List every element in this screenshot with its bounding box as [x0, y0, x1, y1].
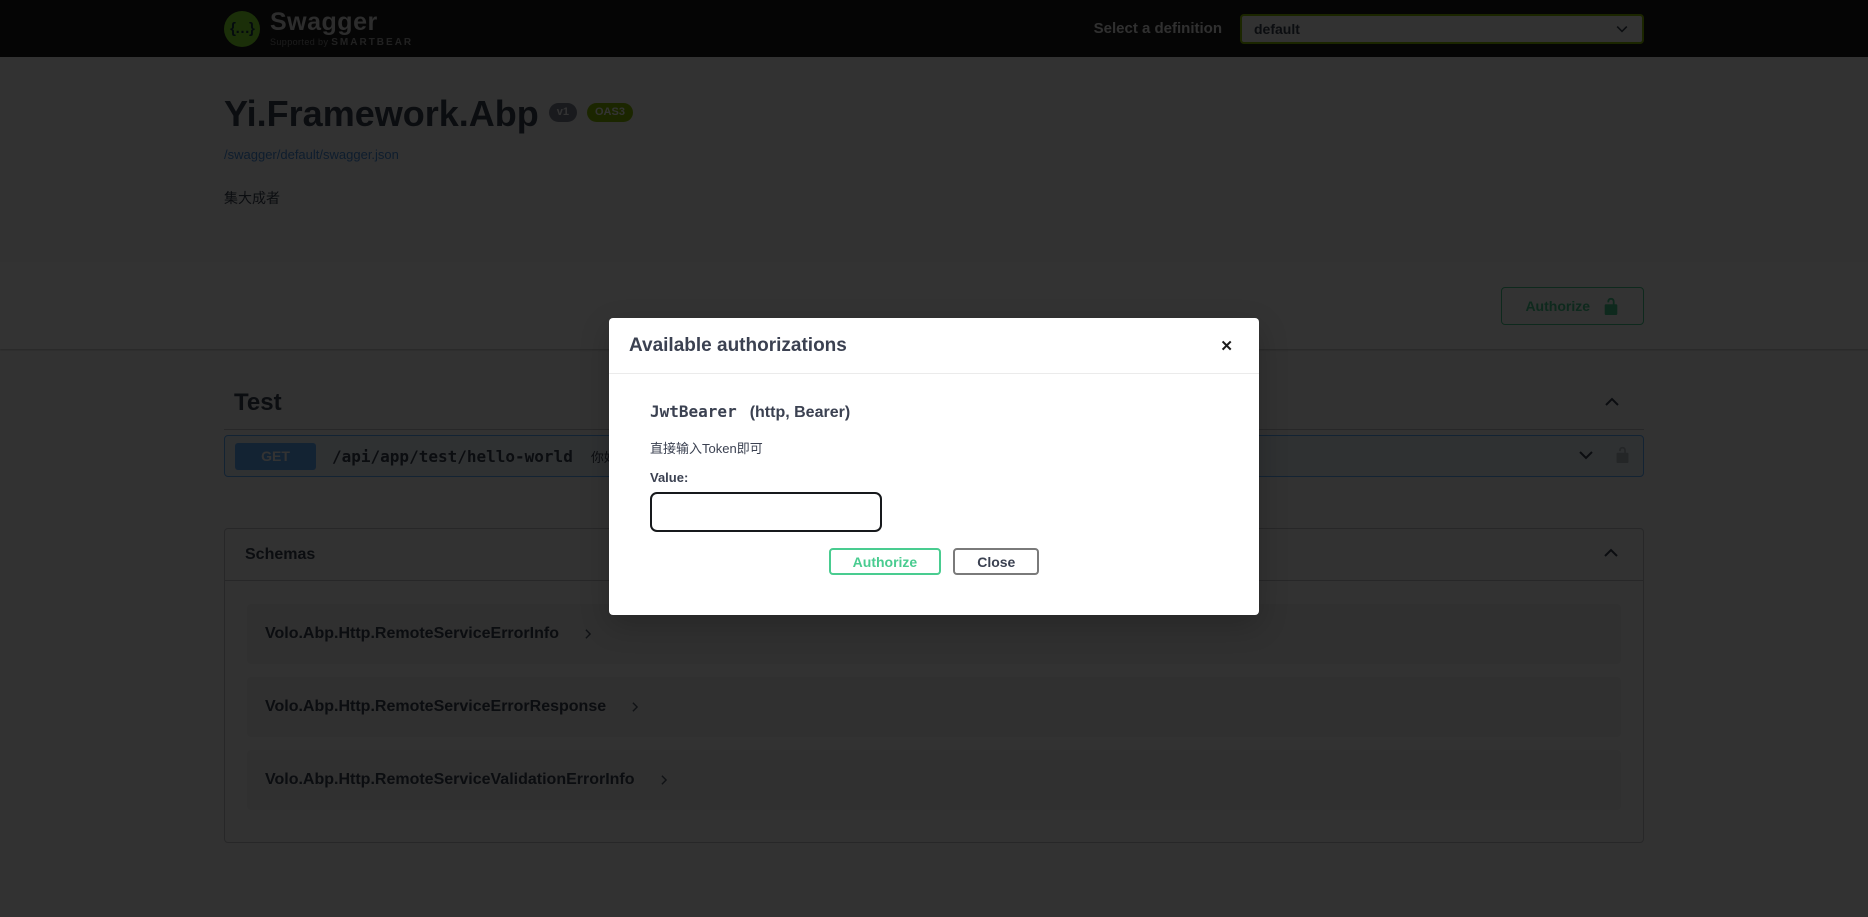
- auth-scheme-type: (http, Bearer): [750, 404, 850, 422]
- value-label: Value:: [650, 470, 1218, 485]
- authorizations-modal: Available authorizations ✕ JwtBearer (ht…: [609, 318, 1259, 615]
- modal-authorize-button[interactable]: Authorize: [829, 548, 942, 575]
- modal-close-button[interactable]: Close: [953, 548, 1039, 575]
- modal-title: Available authorizations: [629, 335, 847, 357]
- auth-scheme-name: JwtBearer: [650, 402, 737, 421]
- token-value-input[interactable]: [650, 492, 882, 532]
- close-icon[interactable]: ✕: [1214, 335, 1239, 357]
- auth-description: 直接输入Token即可: [650, 438, 1218, 457]
